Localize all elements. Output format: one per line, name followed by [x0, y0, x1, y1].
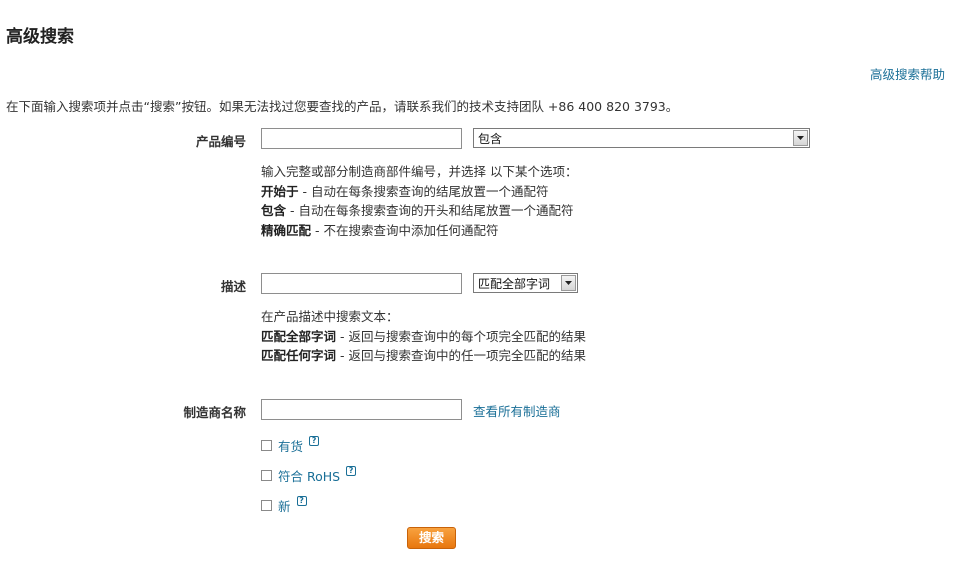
option-name: 匹配任何字词: [261, 348, 337, 363]
description-input[interactable]: [261, 273, 462, 294]
description-hint: 在产品描述中搜索文本： 匹配全部字词 - 返回与搜索查询中的每个项完全匹配的结果…: [261, 307, 586, 366]
description-mode-select[interactable]: 匹配全部字词: [473, 273, 578, 293]
part-number-label: 产品编号: [195, 134, 246, 149]
in-stock-checkbox[interactable]: [261, 440, 272, 451]
part-number-hint: 输入完整或部分制造商部件编号，并选择 以下某个选项： 开始于 - 自动在每条搜索…: [261, 162, 577, 240]
option-desc: - 自动在每条搜索查询的结尾放置一个通配符: [298, 183, 549, 199]
description-mode-value: 匹配全部字词: [478, 276, 551, 291]
option-desc: - 返回与搜索查询中的每个项完全匹配的结果: [336, 328, 586, 344]
option-desc: - 自动在每条搜索查询的开头和结尾放置一个通配符: [286, 203, 574, 218]
advanced-search-help-link[interactable]: 高级搜索帮助: [870, 64, 945, 83]
dropdown-arrow-icon[interactable]: [793, 130, 808, 146]
option-name: 包含: [261, 203, 287, 218]
hint-option-match-all: 匹配全部字词 - 返回与搜索查询中的每个项完全匹配的结果: [261, 327, 586, 347]
in-stock-label[interactable]: 有货: [278, 436, 303, 455]
manufacturer-label: 制造商名称: [183, 405, 246, 420]
filter-in-stock: 有货 ?: [261, 435, 320, 455]
option-name: 开始于: [261, 183, 299, 199]
option-name: 精确匹配: [261, 222, 312, 238]
hint-option-contains: 包含 - 自动在每条搜索查询的开头和结尾放置一个通配符: [261, 201, 577, 221]
part-number-input[interactable]: [261, 128, 462, 149]
option-name: 匹配全部字词: [261, 328, 337, 344]
part-number-mode-select[interactable]: 包含: [473, 128, 810, 148]
new-label[interactable]: 新: [278, 496, 291, 515]
search-button[interactable]: 搜索: [407, 527, 456, 549]
description-label: 描述: [220, 279, 246, 294]
help-icon[interactable]: ?: [309, 435, 320, 446]
filter-rohs: 符合 RoHS ?: [261, 465, 357, 485]
description-hint-intro: 在产品描述中搜索文本：: [261, 309, 399, 324]
view-all-manufacturers-link[interactable]: 查看所有制造商: [473, 401, 561, 420]
option-desc: - 不在搜索查询中添加任何通配符: [311, 222, 499, 238]
help-icon[interactable]: ?: [346, 465, 357, 476]
rohs-checkbox[interactable]: [261, 470, 272, 481]
dropdown-arrow-icon[interactable]: [561, 275, 576, 291]
hint-option-exact-match: 精确匹配 - 不在搜索查询中添加任何通配符: [261, 221, 577, 241]
hint-option-starts-with: 开始于 - 自动在每条搜索查询的结尾放置一个通配符: [261, 182, 577, 202]
part-number-hint-intro: 输入完整或部分制造商部件编号，并选择 以下某个选项：: [261, 164, 578, 179]
intro-text: 在下面输入搜索项并点击“搜索”按钮。如果无法找过您要查找的产品，请联系我们的技术…: [6, 99, 679, 114]
filter-new: 新 ?: [261, 495, 307, 515]
page-title: 高级搜索: [6, 27, 74, 47]
hint-option-match-any: 匹配任何字词 - 返回与搜索查询中的任一项完全匹配的结果: [261, 346, 586, 366]
option-desc: - 返回与搜索查询中的任一项完全匹配的结果: [336, 348, 586, 363]
help-icon[interactable]: ?: [296, 495, 307, 506]
manufacturer-input[interactable]: [261, 399, 462, 420]
part-number-mode-value: 包含: [478, 131, 503, 146]
new-checkbox[interactable]: [261, 500, 272, 511]
rohs-label[interactable]: 符合 RoHS: [278, 466, 340, 485]
